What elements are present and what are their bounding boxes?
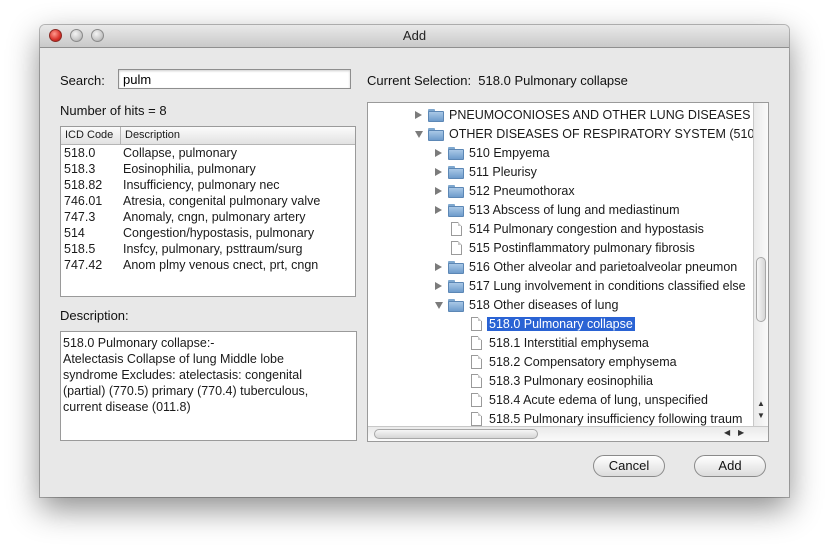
description-label: Description: [60,308,129,323]
tree-node-label: 511 Pleurisy [469,165,537,179]
tree-horizontal-scrollbar[interactable]: ◀ ▶ [368,426,768,441]
hits-count: Number of hits = 8 [60,103,167,118]
scroll-down-arrow-icon[interactable]: ▼ [757,411,765,420]
expand-triangle-down-icon[interactable] [415,131,423,138]
current-selection-label: Current Selection: 518.0 Pulmonary colla… [367,73,628,88]
icd-code-cell: 746.01 [64,194,103,208]
current-selection-value: 518.0 Pulmonary collapse [478,73,628,88]
description-cell: Eosinophilia, pulmonary [123,162,256,176]
document-icon [471,374,482,388]
search-input[interactable] [118,69,351,89]
icd-code-cell: 747.3 [64,210,96,224]
description-cell: Insufficiency, pulmonary nec [123,178,280,192]
tree-node-label: 518 Other diseases of lung [469,298,619,312]
document-icon [471,336,482,350]
document-icon [471,412,482,426]
expand-triangle-right-icon[interactable] [435,206,442,214]
table-row[interactable]: 518.5 Insfcy, pulmonary, psttraum/surg [61,241,355,257]
description-cell: Congestion/hypostasis, pulmonary [123,226,315,240]
table-row[interactable]: 746.01 Atresia, congenital pulmonary valv… [61,193,355,209]
icd-code-cell: 518.82 [64,178,103,192]
tree-node-label: 517 Lung involvement in conditions class… [469,279,746,293]
table-row[interactable]: 747.42 Anom plmy venous cnect, prt, cngn [61,257,355,273]
search-label: Search: [60,73,105,88]
description-line: 518.0 Pulmonary collapse:- [63,336,215,350]
column-header-icd-code[interactable]: ICD Code [65,129,113,141]
expand-triangle-down-icon[interactable] [435,302,443,309]
folder-icon [448,185,464,198]
expand-triangle-right-icon[interactable] [435,187,442,195]
tree-node-label: OTHER DISEASES OF RESPIRATORY SYSTEM (51… [449,127,769,141]
document-icon [471,393,482,407]
table-row[interactable]: 747.3 Anomaly, cngn, pulmonary artery [61,209,355,225]
document-icon [451,241,462,255]
tree-node-label: 518.3 Pulmonary eosinophilia [489,374,653,388]
icd-code-cell: 518.5 [64,242,96,256]
document-icon [451,222,462,236]
table-row[interactable]: 514 Congestion/hypostasis, pulmonary [61,225,355,241]
expand-triangle-right-icon[interactable] [435,168,442,176]
tree-node-label: PNEUMOCONIOSES AND OTHER LUNG DISEASES D… [449,108,769,122]
tree-node-label: 514 Pulmonary congestion and hypostasis [469,222,704,236]
window-title: Add [402,28,427,43]
tree-node-label: 518.1 Interstitial emphysema [489,336,649,350]
description-line: current disease (011.8) [63,400,191,414]
description-text-area[interactable]: 518.0 Pulmonary collapse:- Atelectasis Co… [60,331,357,441]
scroll-left-arrow-icon[interactable]: ◀ [724,428,730,437]
table-row[interactable]: 518.3 Eosinophilia, pulmonary [61,161,355,177]
cancel-button[interactable]: Cancel [593,455,665,477]
folder-icon [448,166,464,179]
expand-triangle-right-icon[interactable] [415,111,422,119]
scroll-right-arrow-icon[interactable]: ▶ [738,428,744,437]
description-cell: Atresia, congenital pulmonary valve [123,194,321,208]
tree-node-label: 518.4 Acute edema of lung, unspecified [489,393,708,407]
add-dialog: Add Search: Current Selection: 518.0 Pul… [40,25,789,497]
icd-code-cell: 514 [64,226,85,240]
tree-node-label-selected: 518.0 Pulmonary collapse [487,317,635,331]
add-button[interactable]: Add [694,455,766,477]
expand-triangle-right-icon[interactable] [435,149,442,157]
tree-node-label: 510 Empyema [469,146,550,160]
icd-code-cell: 518.0 [64,146,96,160]
icd-code-cell: 747.42 [64,258,103,272]
folder-icon [428,128,444,141]
folder-icon [428,109,444,122]
scroll-up-arrow-icon[interactable]: ▲ [757,399,765,408]
tree-node-label: 518.5 Pulmonary insufficiency following … [489,412,743,426]
folder-icon [448,280,464,293]
folder-icon [448,147,464,160]
description-cell: Anom plmy venous cnect, prt, cngn [123,258,319,272]
expand-triangle-right-icon[interactable] [435,263,442,271]
tree-vertical-scrollbar[interactable]: ▲ ▼ [753,103,768,426]
hits-table-header: ICD Code Description [61,127,355,145]
hits-table[interactable]: ICD Code Description 518.0 Collapse, pulm… [60,126,356,297]
column-header-description[interactable]: Description [125,129,180,141]
tree-node-label: 518.2 Compensatory emphysema [489,355,677,369]
tree-node-label: 512 Pneumothorax [469,184,575,198]
table-row[interactable]: 518.82 Insufficiency, pulmonary nec [61,177,355,193]
title-bar[interactable]: Add [40,25,789,48]
tree-node-label: 516 Other alveolar and parietoalveolar p… [469,260,738,274]
tree-vertical-scroll-thumb[interactable] [756,257,766,322]
description-line: Atelectasis Collapse of lung Middle lobe [63,352,284,366]
tree-node-label: 515 Postinflammatory pulmonary fibrosis [469,241,695,255]
table-row[interactable]: 518.0 Collapse, pulmonary [61,145,355,161]
icd-code-cell: 518.3 [64,162,96,176]
description-cell: Insfcy, pulmonary, psttraum/surg [123,242,303,256]
tree-horizontal-scroll-thumb[interactable] [374,429,538,439]
description-line: syndrome Excludes: atelectasis: congenit… [63,368,303,382]
icd-tree[interactable]: PNEUMOCONIOSES AND OTHER LUNG DISEASES D… [367,102,769,442]
hits-table-body: 518.0 Collapse, pulmonary 518.3 Eosinophili… [61,145,355,273]
folder-icon [448,204,464,217]
expand-triangle-right-icon[interactable] [435,282,442,290]
tree-node-label: 513 Abscess of lung and mediastinum [469,203,680,217]
folder-icon [448,261,464,274]
description-cell: Collapse, pulmonary [123,146,237,160]
document-icon [471,355,482,369]
folder-icon [448,299,464,312]
description-line: (partial) (770.5) primary (770.4) tuberc… [63,384,309,398]
document-icon [471,317,482,331]
description-cell: Anomaly, cngn, pulmonary artery [123,210,306,224]
